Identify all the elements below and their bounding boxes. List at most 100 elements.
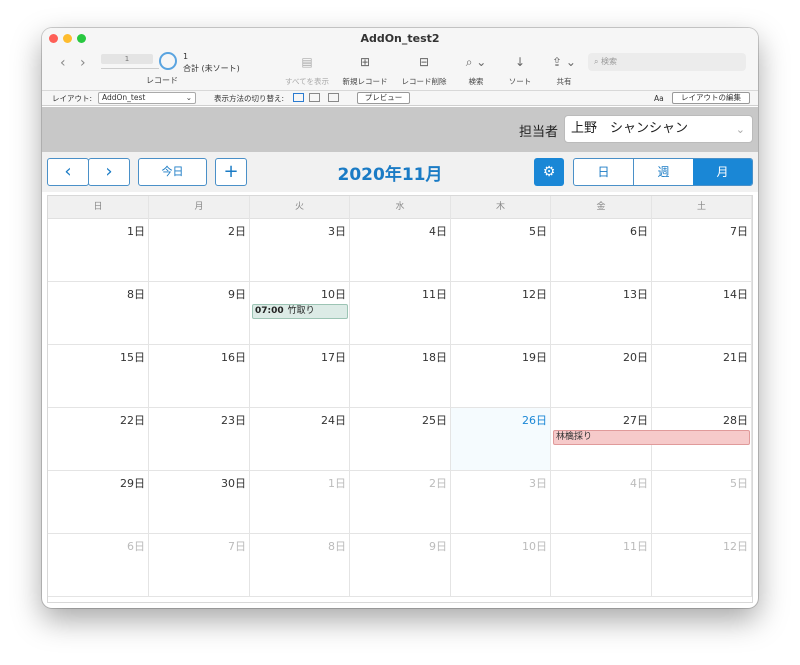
chevron-down-icon: ⌄ — [735, 123, 745, 136]
calendar-event[interactable]: 林檎採り — [553, 430, 750, 445]
record-number-field[interactable]: 1 — [101, 54, 153, 64]
day-cell[interactable]: 21日 — [652, 345, 752, 408]
header-area: 担当者 上野 シャンシャン ⌄ — [42, 107, 758, 152]
day-number: 26日 — [522, 414, 547, 427]
day-cell[interactable]: 17日 — [250, 345, 350, 408]
day-cell[interactable]: 7日 — [652, 219, 752, 282]
day-view-tab[interactable]: 日 — [574, 159, 634, 185]
next-month-button[interactable]: › — [88, 158, 130, 186]
day-cell[interactable]: 8日 — [250, 534, 350, 597]
day-number: 24日 — [321, 414, 346, 427]
show-all-label: すべてを表示 — [284, 77, 330, 86]
day-cell[interactable]: 1日 — [250, 471, 350, 534]
layout-select[interactable]: AddOn_test ⌄ — [98, 92, 196, 104]
day-cell[interactable]: 6日 — [551, 219, 652, 282]
record-sort-status: 合計 (未ソート) — [183, 64, 240, 73]
prev-month-button[interactable]: ‹ — [47, 158, 89, 186]
today-button[interactable]: 今日 — [138, 158, 207, 186]
day-cell[interactable]: 10日 — [451, 534, 551, 597]
view-switcher: 日 週 月 — [573, 158, 753, 186]
day-number: 5日 — [730, 477, 748, 490]
show-all-icon: ▤ — [301, 55, 313, 69]
gear-icon[interactable]: ⚙ — [534, 158, 564, 186]
day-cell[interactable]: 5日 — [652, 471, 752, 534]
day-cell[interactable]: 12日 — [451, 282, 551, 345]
new-record-button[interactable]: ⊞ 新規レコード — [335, 54, 395, 87]
day-cell-today[interactable]: 26日 — [451, 408, 551, 471]
day-number: 27日 — [623, 414, 648, 427]
assignee-value: 上野 シャンシャン — [571, 121, 689, 136]
calendar-event[interactable]: 07:00 竹取り — [252, 304, 348, 319]
month-view-tab[interactable]: 月 — [693, 159, 752, 185]
day-cell[interactable]: 6日 — [48, 534, 149, 597]
day-cell[interactable]: 7日 — [149, 534, 250, 597]
day-cell[interactable]: 2日 — [149, 219, 250, 282]
preview-button[interactable]: プレビュー — [357, 92, 410, 104]
day-cell[interactable]: 8日 — [48, 282, 149, 345]
day-cell[interactable]: 13日 — [551, 282, 652, 345]
weekday-label: 水 — [350, 196, 451, 219]
day-number: 13日 — [623, 288, 648, 301]
form-view-icon[interactable] — [293, 93, 304, 102]
day-cell[interactable]: 9日 — [149, 282, 250, 345]
share-button[interactable]: ⇪ ⌄ 共有 — [534, 54, 594, 87]
day-number: 21日 — [723, 351, 748, 364]
assignee-dropdown[interactable]: 上野 シャンシャン ⌄ — [564, 115, 753, 143]
event-title: 林檎採り — [556, 432, 593, 442]
day-number: 3日 — [328, 225, 346, 238]
day-cell[interactable]: 22日 — [48, 408, 149, 471]
day-cell[interactable]: 14日 — [652, 282, 752, 345]
day-cell[interactable]: 11日 — [350, 282, 451, 345]
day-cell[interactable]: 4日 — [551, 471, 652, 534]
weekday-label: 日 — [48, 196, 149, 219]
day-cell[interactable]: 25日 — [350, 408, 451, 471]
day-number: 12日 — [723, 540, 748, 553]
day-number: 25日 — [422, 414, 447, 427]
chevron-down-icon: ⌄ — [185, 93, 192, 102]
day-number: 9日 — [228, 288, 246, 301]
record-slider[interactable] — [101, 68, 159, 69]
day-number: 6日 — [630, 225, 648, 238]
day-cell[interactable]: 12日 — [652, 534, 752, 597]
list-view-icon[interactable] — [309, 93, 320, 102]
day-cell[interactable]: 5日 — [451, 219, 551, 282]
share-label: 共有 — [556, 77, 572, 86]
day-cell[interactable]: 15日 — [48, 345, 149, 408]
day-cell[interactable]: 3日 — [250, 219, 350, 282]
weekday-label: 土 — [652, 196, 752, 219]
day-number: 4日 — [429, 225, 447, 238]
search-input[interactable]: ⌕ 検索 — [588, 53, 746, 71]
show-all-button[interactable]: ▤ すべてを表示 — [277, 54, 337, 87]
next-record-icon[interactable]: › — [80, 55, 86, 71]
delete-record-button[interactable]: ⊟ レコード削除 — [394, 54, 454, 87]
day-cell[interactable]: 30日 — [149, 471, 250, 534]
day-cell[interactable]: 4日 — [350, 219, 451, 282]
day-cell[interactable]: 29日 — [48, 471, 149, 534]
weekday-label: 月 — [149, 196, 250, 219]
font-size-icon[interactable]: Aa — [654, 93, 664, 104]
week-view-tab[interactable]: 週 — [634, 159, 693, 185]
record-progress-icon — [159, 52, 177, 70]
edit-layout-button[interactable]: レイアウトの編集 — [672, 92, 750, 104]
add-event-button[interactable]: + — [215, 158, 247, 186]
day-cell[interactable]: 18日 — [350, 345, 451, 408]
table-view-icon[interactable] — [328, 93, 339, 102]
day-cell[interactable]: 23日 — [149, 408, 250, 471]
day-number: 11日 — [623, 540, 648, 553]
day-cell[interactable]: 1日 — [48, 219, 149, 282]
previous-record-icon[interactable]: ‹ — [60, 55, 66, 71]
title-toolbar: AddOn_test2 ‹ › 1 レコード 1 合計 (未ソート) ▤ すべて… — [42, 28, 758, 90]
app-window: AddOn_test2 ‹ › 1 レコード 1 合計 (未ソート) ▤ すべて… — [42, 28, 758, 608]
day-number: 11日 — [422, 288, 447, 301]
day-cell[interactable]: 19日 — [451, 345, 551, 408]
day-cell[interactable]: 24日 — [250, 408, 350, 471]
day-cell[interactable]: 16日 — [149, 345, 250, 408]
day-number: 30日 — [221, 477, 246, 490]
day-cell[interactable]: 2日 — [350, 471, 451, 534]
day-cell[interactable]: 11日 — [551, 534, 652, 597]
event-time: 07:00 — [255, 306, 284, 316]
day-cell[interactable]: 3日 — [451, 471, 551, 534]
day-cell[interactable]: 20日 — [551, 345, 652, 408]
calendar-toolbar: ‹ › 今日 + 2020年11月 ⚙ 日 週 月 — [42, 152, 758, 192]
day-cell[interactable]: 9日 — [350, 534, 451, 597]
